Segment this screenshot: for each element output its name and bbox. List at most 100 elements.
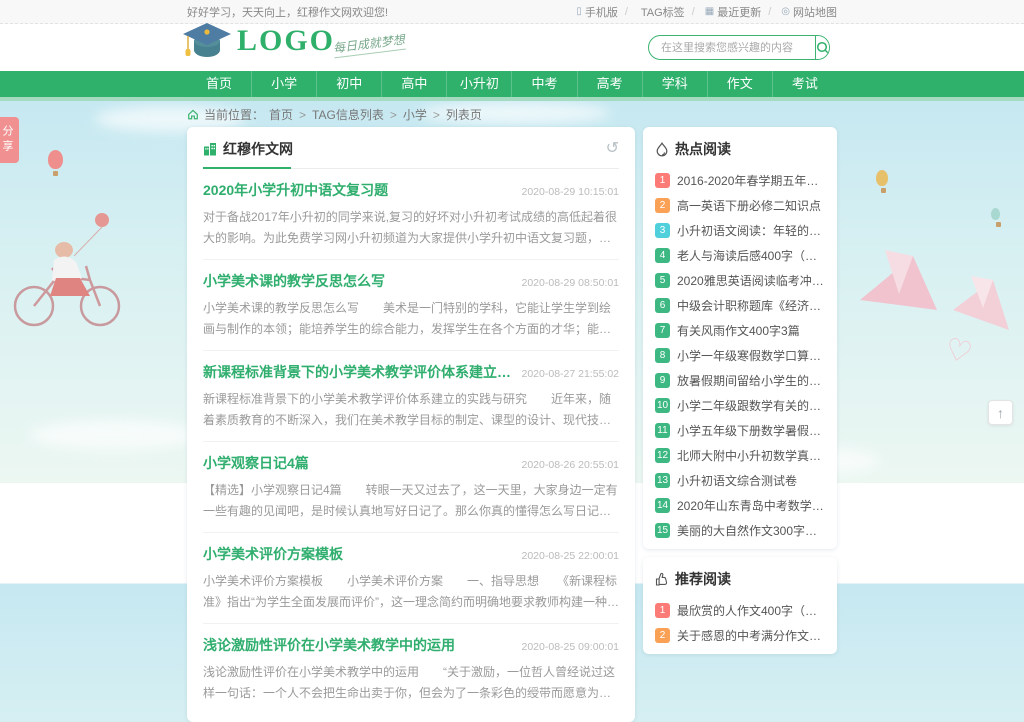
hot-list-item[interactable]: 7 有关风雨作文400字3篇 <box>655 322 825 339</box>
hot-list-item[interactable]: 9 放暑假期间留给小学生的三年级英语作文范文 <box>655 372 825 389</box>
article-list: 2020年小学升初中语文复习题 2020-08-29 10:15:01 对于备战… <box>203 169 619 714</box>
article-item: 2020年小学升初中语文复习题 2020-08-29 10:15:01 对于备战… <box>203 169 619 260</box>
hot-list-item[interactable]: 14 2020年山东青岛中考数学真题（已公布） <box>655 497 825 514</box>
hot-list-item[interactable]: 11 小学五年级下册数学暑假作业答案【20-61 <box>655 422 825 439</box>
search-input[interactable] <box>649 36 815 59</box>
hot-item-text: 2016-2020年春学期五年级语文下期末模拟 <box>677 172 825 189</box>
recommend-list-item[interactable]: 1 最欣赏的人作文400字（精选3篇） <box>655 602 825 619</box>
nav-item[interactable]: 学科 <box>643 71 708 97</box>
recommend-list-item[interactable]: 2 关于感恩的中考满分作文600字 <box>655 627 825 644</box>
recommend-reading-panel: 推荐阅读 1 最欣赏的人作文400字（精选3篇） 2 关于感恩的中考满分作文60… <box>643 557 837 654</box>
article-summary: 小学美术评价方案模板 小学美术评价方案 一、指导思想 《新课程标准》指出“为学生… <box>203 571 619 613</box>
hot-item-text: 高一英语下册必修二知识点 <box>677 197 821 214</box>
rank-badge: 1 <box>655 603 670 618</box>
nav-item[interactable]: 小升初 <box>447 71 512 97</box>
article-title-link[interactable]: 新课程标准背景下的小学美术教学评价体系建立的实践与研究 <box>203 362 512 382</box>
topbar-link-icon: ▦ <box>705 6 714 17</box>
rank-badge: 3 <box>655 223 670 238</box>
hot-list-item[interactable]: 6 中级会计职称题库《经济法》检测题 <box>655 297 825 314</box>
hot-list-item[interactable]: 1 2016-2020年春学期五年级语文下期末模拟 <box>655 172 825 189</box>
back-to-top-button[interactable]: ↑ <box>988 400 1013 425</box>
rank-badge: 2 <box>655 628 670 643</box>
slogan-text: 每日成就梦想 <box>332 31 406 59</box>
hot-reading-list: 1 2016-2020年春学期五年级语文下期末模拟 2 高一英语下册必修二知识点… <box>655 172 825 539</box>
rank-badge: 1 <box>655 173 670 188</box>
hot-item-text: 小学二年级跟数学有关的日记 <box>677 397 825 414</box>
main-nav: 首页 小学 初中 高中 小升初 中考 高考 学科 作文 考试 <box>0 71 1024 101</box>
refresh-icon[interactable]: ↺ <box>606 141 619 157</box>
hot-item-text: 小学五年级下册数学暑假作业答案【20-61 <box>677 422 825 439</box>
nav-accent-strip <box>0 97 1024 101</box>
hot-item-text: 放暑假期间留给小学生的三年级英语作文范文 <box>677 372 825 389</box>
topbar-link[interactable]: ▯ 手机版 <box>576 4 618 20</box>
hot-list-item[interactable]: 3 小升初语文阅读：年轻的国旗 <box>655 222 825 239</box>
nav-item[interactable]: 中考 <box>512 71 577 97</box>
rank-badge: 12 <box>655 448 670 463</box>
site-logo[interactable]: LOGO <box>179 17 335 65</box>
nav-item[interactable]: 考试 <box>773 71 837 97</box>
hot-list-item[interactable]: 8 小学一年级寒假数学口算练习题三篇 <box>655 347 825 364</box>
hot-reading-header: 热点阅读 <box>655 139 825 164</box>
hot-list-item[interactable]: 2 高一英语下册必修二知识点 <box>655 197 825 214</box>
article-summary: 【精选】小学观察日记4篇 转眼一天又过去了，这一天里，大家身边一定有一些有趣的见… <box>203 480 619 522</box>
nav-item[interactable]: 首页 <box>187 71 252 97</box>
article-title-link[interactable]: 浅论激励性评价在小学美术教学中的运用 <box>203 635 455 655</box>
search-button[interactable] <box>815 36 830 59</box>
breadcrumb-trail: 首页TAG信息列表小学列表页 <box>269 106 482 123</box>
hot-list-item[interactable]: 12 北师大附中小升初数学真题汇编 <box>655 447 825 464</box>
section-title: 红穆作文网 <box>223 139 293 159</box>
search-icon <box>816 41 830 55</box>
topbar-link-icon: ◎ <box>781 6 790 17</box>
article-summary: 小学美术课的教学反思怎么写 美术是一门特别的学科，它能让学生学到绘画与制作的本领… <box>203 298 619 340</box>
rank-badge: 9 <box>655 373 670 388</box>
nav-item[interactable]: 高考 <box>578 71 643 97</box>
nav-item[interactable]: 作文 <box>708 71 773 97</box>
nav-item[interactable]: 小学 <box>252 71 317 97</box>
article-item: 小学观察日记4篇 2020-08-26 20:55:01 【精选】小学观察日记4… <box>203 442 619 533</box>
article-title-link[interactable]: 小学美术课的教学反思怎么写 <box>203 271 385 291</box>
hot-item-text: 2020年山东青岛中考数学真题（已公布） <box>677 497 825 514</box>
nav-item[interactable]: 初中 <box>317 71 382 97</box>
hot-list-item[interactable]: 10 小学二年级跟数学有关的日记 <box>655 397 825 414</box>
topbar-link[interactable]: ◎ 网站地图 <box>761 4 837 20</box>
topbar-link-icon: ▯ <box>576 6 582 17</box>
rank-badge: 15 <box>655 523 670 538</box>
breadcrumb-item[interactable]: TAG信息列表 <box>293 106 384 123</box>
hot-item-text: 老人与海读后感400字（精选3篇） <box>677 247 825 264</box>
hot-list-item[interactable]: 15 美丽的大自然作文300字（精选3篇） <box>655 522 825 539</box>
search-bar <box>648 35 830 60</box>
site-header: LOGO 每日成就梦想 <box>0 24 1024 71</box>
article-summary: 浅论激励性评价在小学美术教学中的运用 “关于激励，一位哲人曾经说过这样一句话：一… <box>203 662 619 704</box>
recommend-item-text: 最欣赏的人作文400字（精选3篇） <box>677 602 825 619</box>
hot-item-text: 美丽的大自然作文300字（精选3篇） <box>677 522 825 539</box>
article-summary: 新课程标准背景下的小学美术教学评价体系建立的实践与研究 近年来，随着素质教育的不… <box>203 389 619 431</box>
hot-list-item[interactable]: 4 老人与海读后感400字（精选3篇） <box>655 247 825 264</box>
breadcrumb-item[interactable]: 首页 <box>269 106 293 123</box>
article-title-link[interactable]: 小学美术评价方案模板 <box>203 544 343 564</box>
recommend-reading-header: 推荐阅读 <box>655 569 825 594</box>
main-content: 红穆作文网 ↺ 2020年小学升初中语文复习题 2020-08-29 10:15… <box>0 127 1024 722</box>
hot-list-item[interactable]: 13 小升初语文综合测试卷 <box>655 472 825 489</box>
article-date: 2020-08-29 08:50:01 <box>522 277 620 289</box>
share-tab[interactable]: 分享 <box>0 117 19 163</box>
arrow-up-icon: ↑ <box>997 405 1004 421</box>
breadcrumb-item[interactable]: 列表页 <box>427 106 482 123</box>
graduation-cap-icon <box>179 17 235 65</box>
article-summary: 对于备战2017年小升初的同学来说,复习的好坏对小升初考试成绩的高低起着很大的影… <box>203 207 619 249</box>
nav-item[interactable]: 高中 <box>382 71 447 97</box>
breadcrumb-item[interactable]: 小学 <box>384 106 427 123</box>
topbar-link[interactable]: ▦ 最近更新 <box>685 4 762 20</box>
hot-item-text: 小学一年级寒假数学口算练习题三篇 <box>677 347 825 364</box>
article-date: 2020-08-25 09:00:01 <box>522 641 620 653</box>
hot-item-text: 小升初语文综合测试卷 <box>677 472 797 489</box>
article-item: 新课程标准背景下的小学美术教学评价体系建立的实践与研究 2020-08-27 2… <box>203 351 619 442</box>
hot-list-item[interactable]: 5 2020雅思英语阅读临考冲刺试题附答案 <box>655 272 825 289</box>
article-item: 浅论激励性评价在小学美术教学中的运用 2020-08-25 09:00:01 浅… <box>203 624 619 714</box>
topbar-link[interactable]: TAG标签 <box>618 4 685 20</box>
hot-item-text: 北师大附中小升初数学真题汇编 <box>677 447 825 464</box>
article-item: 小学美术课的教学反思怎么写 2020-08-29 08:50:01 小学美术课的… <box>203 260 619 351</box>
topbar-links: ▯ 手机版 TAG标签 ▦ 最近更新 ◎ 网站地图 <box>576 4 837 20</box>
breadcrumb: 当前位置： 首页TAG信息列表小学列表页 <box>0 101 1024 127</box>
article-title-link[interactable]: 2020年小学升初中语文复习题 <box>203 180 388 200</box>
article-title-link[interactable]: 小学观察日记4篇 <box>203 453 309 473</box>
